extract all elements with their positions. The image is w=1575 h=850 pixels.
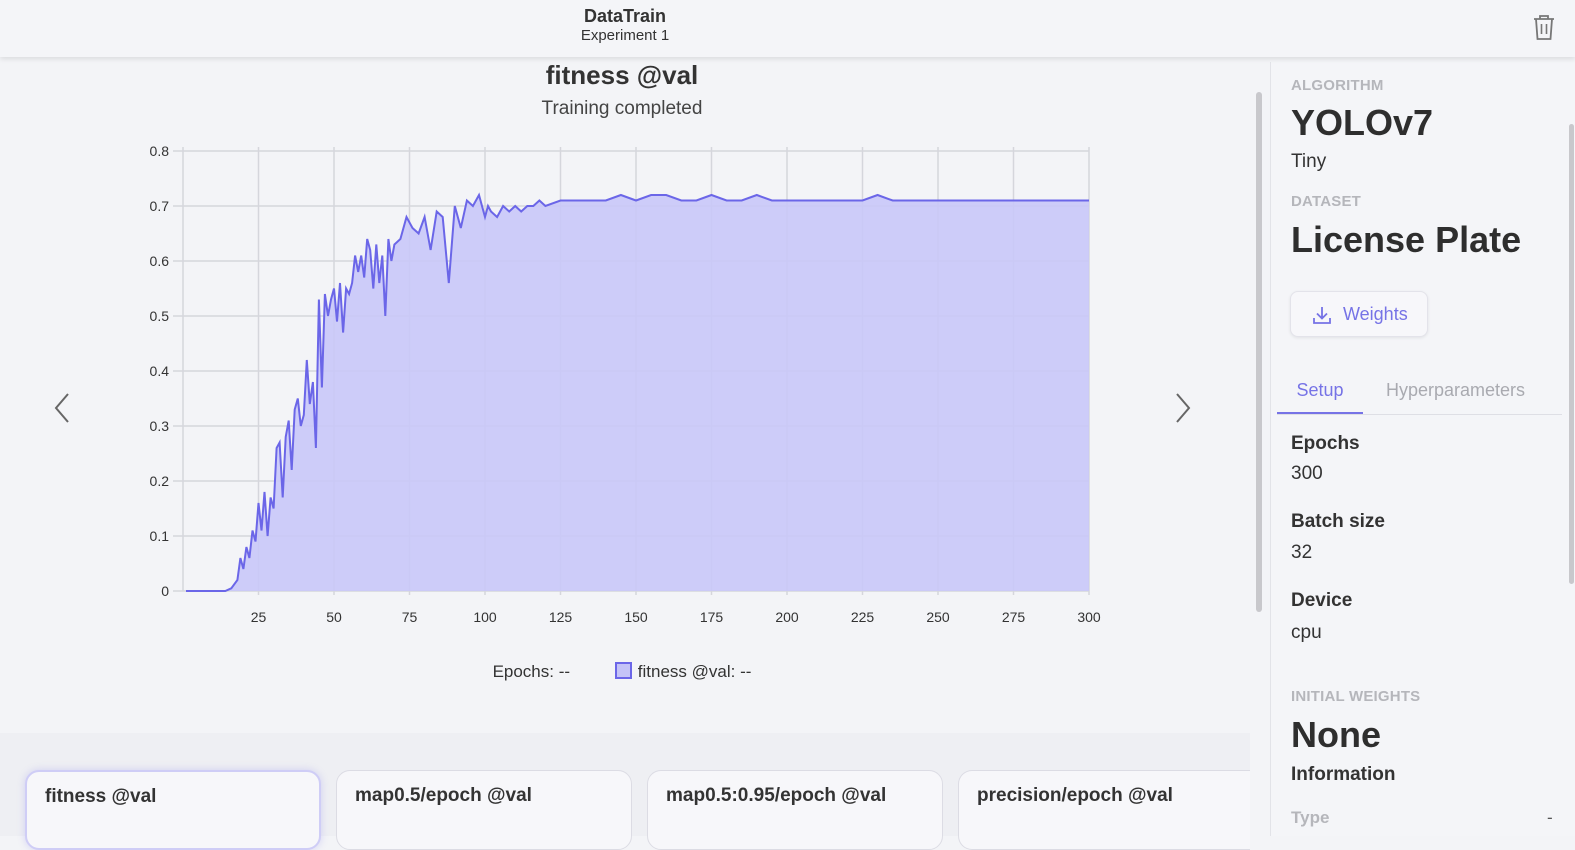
x-tick-label: 175 <box>700 609 724 625</box>
field-batch-size-label: Batch size <box>1291 511 1385 532</box>
app-title: DataTrain <box>583 6 667 26</box>
y-tick-label: 0.1 <box>150 528 170 544</box>
type-value: - <box>1547 808 1553 827</box>
download-icon <box>1313 307 1331 324</box>
dataset-name: License Plate <box>1291 219 1522 260</box>
dataset-label: DATASET <box>1291 193 1362 210</box>
metric-card-fitness[interactable]: fitness @val <box>25 770 321 850</box>
metric-card-map05-095[interactable]: map0.5:0.95/epoch @val <box>647 770 943 850</box>
y-tick-label: 0.6 <box>150 253 170 269</box>
x-tick-label: 75 <box>402 609 418 625</box>
y-tick-label: 0.8 <box>150 143 170 159</box>
x-tick-label: 50 <box>326 609 342 625</box>
experiment-sidebar: ALGORITHM YOLOv7 Tiny DATASET License Pl… <box>1270 62 1575 836</box>
field-batch-size-value: 32 <box>1291 542 1313 563</box>
experiment-name: Experiment 1 <box>580 27 670 44</box>
algorithm-label: ALGORITHM <box>1291 77 1384 94</box>
legend-epochs-label: Epochs: <box>492 662 554 681</box>
metric-card-title: map0.5:0.95/epoch @val <box>666 785 887 806</box>
metric-card-title: precision/epoch @val <box>977 785 1173 806</box>
chart-legend: Epochs: -- fitness @val: -- <box>0 662 1244 682</box>
metric-card-title: map0.5/epoch @val <box>355 785 532 806</box>
x-tick-label: 275 <box>1002 609 1026 625</box>
x-tick-label: 250 <box>926 609 950 625</box>
metric-card-precision[interactable]: precision/epoch @val <box>958 770 1250 850</box>
x-tick-label: 100 <box>473 609 497 625</box>
trash-icon[interactable] <box>1531 12 1557 42</box>
main-scrollbar[interactable] <box>1256 92 1262 612</box>
chevron-left-icon[interactable] <box>48 388 78 428</box>
y-tick-label: 0.2 <box>150 473 170 489</box>
x-tick-label: 200 <box>775 609 799 625</box>
field-epochs-label: Epochs <box>1291 433 1360 454</box>
x-tick-label: 150 <box>624 609 648 625</box>
top-bar: DataTrain Experiment 1 <box>0 0 1575 57</box>
initial-weights-value: None <box>1291 714 1381 755</box>
chevron-right-icon[interactable] <box>1167 388 1197 428</box>
tab-hyperparameters[interactable]: Hyperparameters <box>1386 368 1536 412</box>
x-tick-label: 25 <box>251 609 267 625</box>
initial-weights-label: INITIAL WEIGHTS <box>1291 688 1421 705</box>
fitness-chart[interactable]: 25 50 75 100 125 150 175 200 225 250 275 300 0 0.1 0.… <box>130 135 1110 635</box>
chart-title: fitness @val <box>545 60 699 90</box>
weights-label: Weights <box>1343 304 1408 324</box>
app-brand: DataTrain Experiment 1 <box>530 6 720 45</box>
y-tick-label: 0.3 <box>150 418 170 434</box>
algorithm-name: YOLOv7 <box>1291 102 1434 143</box>
x-tick-label: 300 <box>1077 609 1101 625</box>
algorithm-variant: Tiny <box>1291 151 1327 172</box>
type-label: Type <box>1291 808 1330 827</box>
legend-series-label: fitness @val: <box>637 662 736 681</box>
x-tick-label: 125 <box>549 609 573 625</box>
tab-setup[interactable]: Setup <box>1277 368 1363 414</box>
weights-download-button[interactable]: Weights <box>1290 291 1428 337</box>
series-area <box>186 195 1089 591</box>
field-epochs-value: 300 <box>1291 463 1323 484</box>
x-tick-label: 225 <box>851 609 875 625</box>
y-tick-label: 0.5 <box>150 308 170 324</box>
legend-swatch <box>614 662 632 679</box>
y-tick-label: 0.4 <box>150 363 170 379</box>
y-tick-label: 0.7 <box>150 198 170 214</box>
y-tick-label: 0 <box>161 583 169 599</box>
information-title: Information <box>1291 764 1396 785</box>
field-device-label: Device <box>1291 590 1353 611</box>
metric-card-map05[interactable]: map0.5/epoch @val <box>336 770 632 850</box>
metric-card-title: fitness @val <box>45 786 157 807</box>
training-status: Training completed <box>541 98 703 119</box>
legend-epochs-value: -- <box>558 662 571 681</box>
field-device-value: cpu <box>1291 622 1322 643</box>
sidebar-tabs: Setup Hyperparameters <box>1277 368 1562 415</box>
sidebar-scrollbar[interactable] <box>1569 124 1574 584</box>
legend-series-value: -- <box>740 662 752 681</box>
